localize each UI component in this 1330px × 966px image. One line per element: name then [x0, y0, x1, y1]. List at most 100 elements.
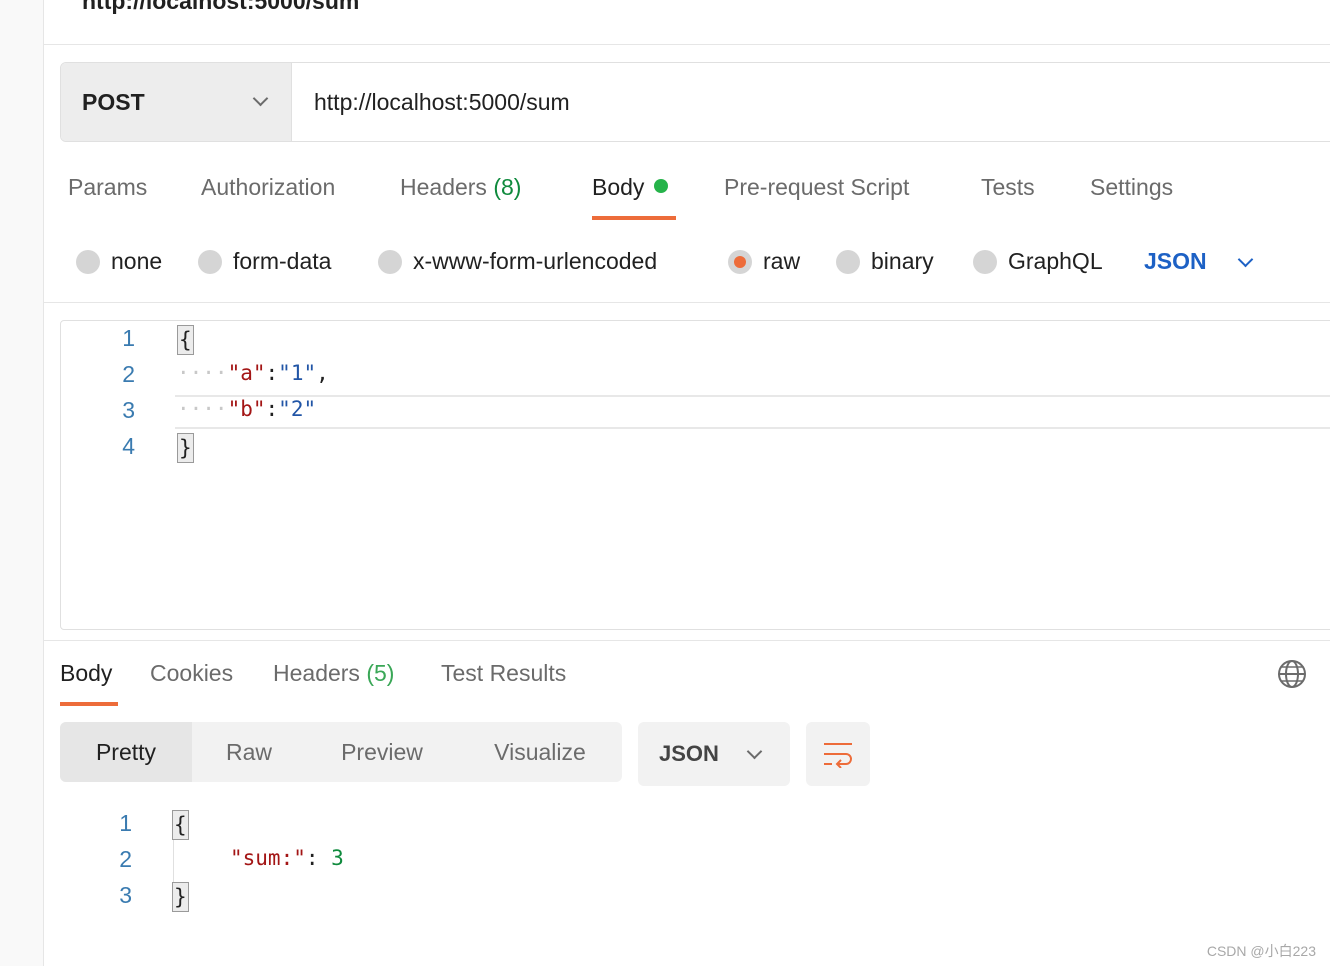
radio-label: x-www-form-urlencoded	[413, 248, 658, 274]
brace-open: {	[177, 325, 194, 355]
radio-binary[interactable]: binary	[836, 248, 934, 275]
request-tabs: Params Authorization Headers (8) Body Pr…	[44, 168, 1330, 228]
tab-body[interactable]: Body	[592, 174, 669, 201]
response-body[interactable]: 1 { 2 "sum:": 3 3 }	[60, 806, 1330, 926]
json-value: "2"	[278, 397, 317, 421]
word-wrap-button[interactable]	[806, 722, 870, 786]
word-wrap-icon	[824, 743, 852, 768]
response-tab-body[interactable]: Body	[60, 660, 112, 687]
line-number: 2	[122, 361, 135, 387]
tab-headers[interactable]: Headers (8)	[400, 174, 521, 201]
active-tab-indicator	[592, 216, 676, 220]
radio-label: form-data	[233, 248, 332, 274]
indent-dots: ····	[177, 397, 228, 421]
radio-form-data[interactable]: form-data	[198, 248, 331, 275]
json-colon: :	[265, 361, 279, 385]
indent-dots: ····	[177, 361, 228, 385]
response-tabs: Body Cookies Headers (5) Test Results	[44, 652, 1330, 708]
radio-x-www-form-urlencoded[interactable]: x-www-form-urlencoded	[378, 248, 657, 275]
radio-none[interactable]: none	[76, 248, 162, 275]
json-colon: :	[265, 397, 279, 421]
code-text: }	[177, 433, 194, 463]
code-text: {	[177, 325, 194, 355]
radio-label: raw	[763, 248, 801, 274]
response-tab-headers[interactable]: Headers (5)	[273, 660, 394, 687]
json-colon: :	[305, 846, 332, 870]
request-body-editor[interactable]: 1 { 2 ····"a":"1", 3 ····"b":"2" 4 }	[60, 320, 1330, 630]
method-select[interactable]: POST	[61, 63, 292, 141]
radio-circle-selected	[728, 249, 752, 274]
language-label: JSON	[1144, 248, 1207, 274]
tab-tests[interactable]: Tests	[981, 174, 1035, 201]
tab-label: Authorization	[201, 174, 336, 200]
tab-label: Headers	[273, 660, 360, 686]
status-dot	[654, 179, 669, 193]
code-line: 2 ····"a":"1",	[61, 357, 1330, 393]
chevron-down-icon[interactable]	[1237, 251, 1254, 268]
body-type-options: none form-data x-www-form-urlencoded raw…	[44, 240, 1330, 286]
response-view-toggle: Pretty Raw Preview Visualize	[60, 722, 622, 782]
line-number: 1	[122, 325, 135, 351]
radio-circle	[76, 249, 100, 274]
code-text: ····"a":"1",	[177, 361, 329, 385]
brace-close: }	[177, 433, 194, 463]
line-number: 1	[119, 810, 132, 836]
code-line: 2 "sum:": 3	[60, 842, 1330, 878]
json-key: "a"	[227, 361, 266, 385]
view-pretty-button[interactable]: Pretty	[60, 722, 192, 782]
code-text: }	[172, 882, 189, 912]
radio-raw[interactable]: raw	[728, 248, 800, 275]
tab-pre-request-script[interactable]: Pre-request Script	[724, 174, 909, 201]
method-label: POST	[82, 88, 145, 115]
chevron-down-icon	[252, 90, 269, 107]
brace-close: }	[172, 882, 189, 912]
view-visualize-button[interactable]: Visualize	[458, 722, 622, 782]
divider	[44, 44, 1330, 45]
request-title[interactable]: http://localhost:5000/sum	[82, 0, 359, 15]
line-number: 3	[119, 882, 132, 908]
tab-label: Params	[68, 174, 148, 200]
line-number: 2	[119, 846, 132, 872]
json-value: 3	[331, 846, 344, 870]
code-line: 1 {	[60, 806, 1330, 842]
url-bar: POST http://localhost:5000/sum	[60, 62, 1330, 142]
left-sidebar	[0, 0, 44, 966]
json-key: "b"	[227, 397, 266, 421]
json-comma: ,	[316, 361, 329, 385]
radio-label: none	[111, 248, 163, 274]
language-select[interactable]: JSON	[1144, 248, 1207, 275]
code-line: 1 {	[61, 321, 1330, 357]
tab-label: Settings	[1090, 174, 1174, 200]
radio-circle	[198, 249, 222, 274]
code-text: "sum:": 3	[230, 846, 344, 870]
response-tab-test-results[interactable]: Test Results	[441, 660, 566, 687]
divider	[44, 302, 1330, 303]
view-raw-button[interactable]: Raw	[192, 722, 306, 782]
brace-open: {	[172, 810, 189, 840]
tab-label: Headers	[400, 174, 487, 200]
active-tab-indicator	[60, 702, 118, 706]
tab-settings[interactable]: Settings	[1090, 174, 1173, 201]
radio-graphql[interactable]: GraphQL	[973, 248, 1103, 275]
tab-label: Cookies	[150, 660, 234, 686]
response-format-select[interactable]: JSON	[638, 722, 790, 786]
radio-circle	[378, 249, 402, 274]
divider	[44, 640, 1330, 641]
radio-label: GraphQL	[1008, 248, 1103, 274]
view-preview-button[interactable]: Preview	[306, 722, 458, 782]
url-input[interactable]: http://localhost:5000/sum	[292, 63, 1330, 141]
response-tab-cookies[interactable]: Cookies	[150, 660, 233, 687]
tab-label: Pre-request Script	[724, 174, 910, 200]
line-number: 3	[122, 397, 135, 423]
tab-authorization[interactable]: Authorization	[201, 174, 335, 201]
tab-params[interactable]: Params	[68, 174, 147, 201]
radio-circle	[973, 249, 997, 274]
code-text: {	[172, 810, 189, 840]
headers-count: (8)	[493, 174, 522, 200]
tab-label: Body	[592, 174, 645, 200]
globe-icon[interactable]	[1277, 659, 1307, 689]
radio-circle	[836, 249, 860, 274]
line-number: 4	[122, 433, 135, 459]
json-value: "1"	[278, 361, 317, 385]
code-line: 3 ····"b":"2"	[61, 393, 1330, 429]
